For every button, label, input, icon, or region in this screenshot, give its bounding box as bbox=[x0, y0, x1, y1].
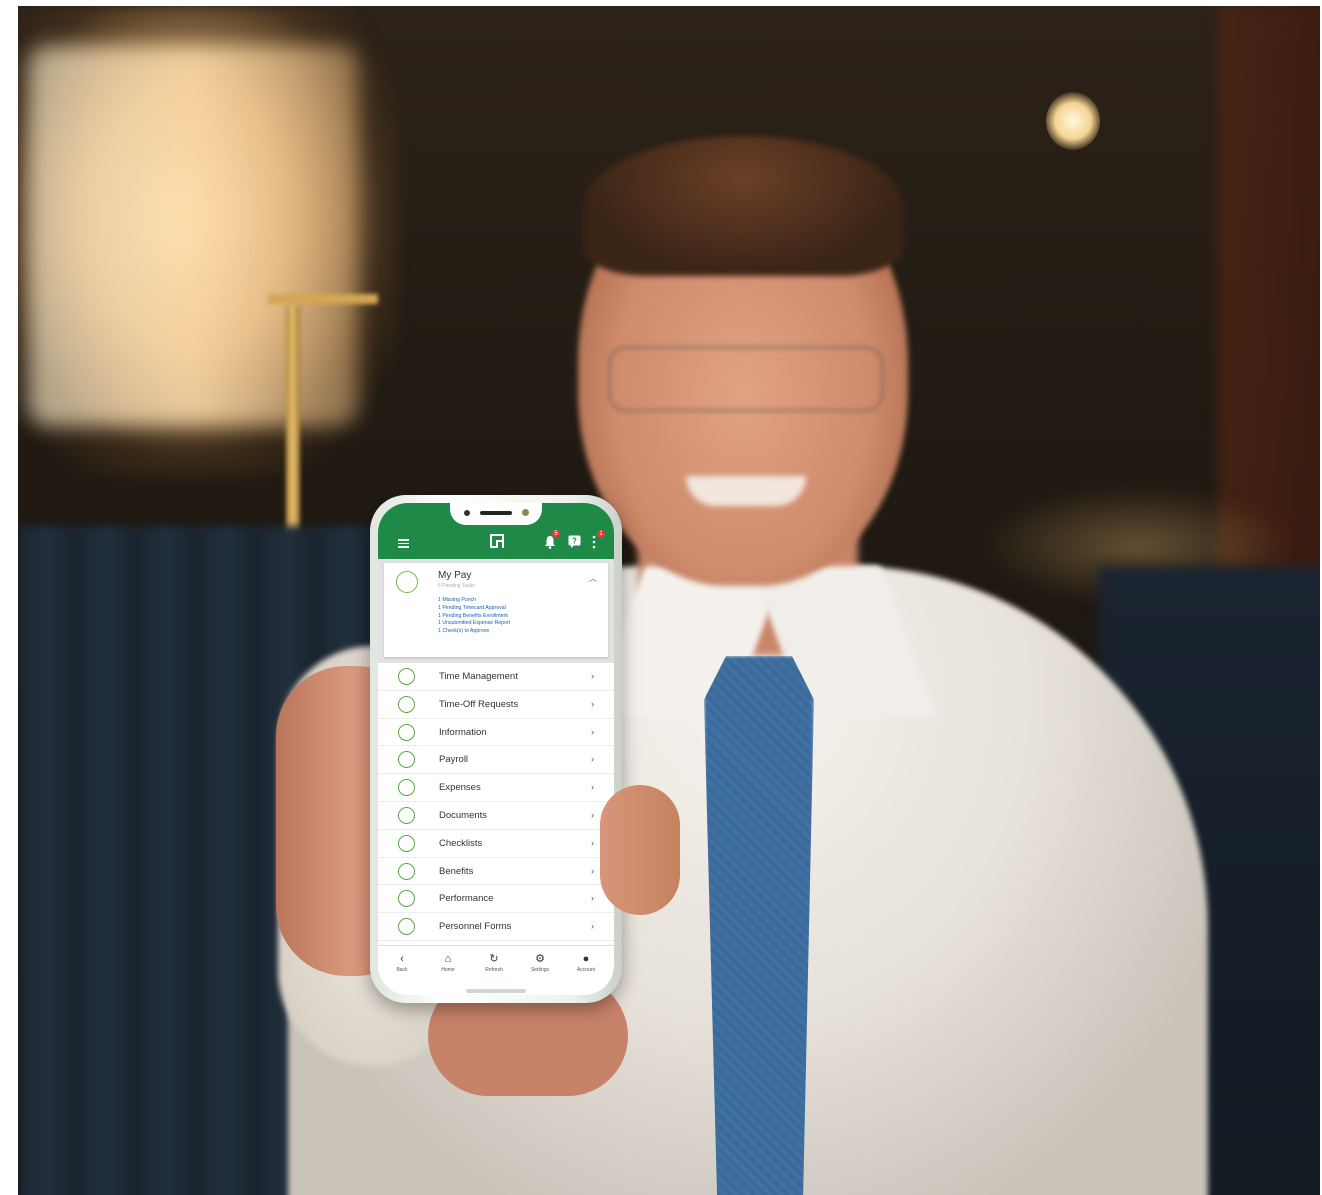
menu-item-payroll[interactable]: Payroll › bbox=[378, 746, 614, 775]
check-icon bbox=[398, 834, 415, 852]
fingerprint-icon bbox=[398, 723, 415, 741]
main-menu: Time Management › Time-Off Requests › In… bbox=[378, 663, 614, 945]
menu-item-label: Time-Off Requests bbox=[439, 698, 519, 710]
menu-item-time-management[interactable]: Time Management › bbox=[378, 663, 614, 691]
menu-item-label: Time Management bbox=[439, 671, 518, 682]
menu-item-label: Payroll bbox=[439, 754, 469, 766]
nav-label: Back bbox=[396, 967, 408, 973]
clock-icon bbox=[398, 668, 415, 685]
nav-settings-button[interactable]: ⚙ Settings bbox=[520, 952, 560, 973]
menu-item-expenses[interactable]: Expenses › bbox=[378, 774, 614, 802]
nav-home-button[interactable]: ⌂ Home bbox=[428, 952, 468, 973]
chevron-right-icon: › bbox=[591, 782, 594, 793]
chevron-up-icon[interactable]: ︿ bbox=[589, 573, 597, 584]
home-indicator bbox=[466, 989, 526, 993]
person-icon: ● bbox=[582, 953, 590, 965]
eyeglasses bbox=[608, 346, 884, 412]
nav-label: Settings bbox=[530, 967, 550, 973]
globe-icon bbox=[398, 862, 415, 880]
chevron-right-icon: › bbox=[591, 754, 594, 765]
smartphone: 5 ? 1 My Pay 5 Pending Tasks ︿ 1 Missing… bbox=[370, 495, 622, 1003]
smile bbox=[686, 476, 806, 506]
menu-item-label: Performance bbox=[439, 893, 494, 905]
app-logo-icon[interactable] bbox=[490, 534, 504, 548]
nav-account-button[interactable]: ● Account bbox=[566, 952, 606, 973]
menu-item-time-off-requests[interactable]: Time-Off Requests › bbox=[378, 691, 614, 719]
chevron-right-icon: › bbox=[591, 809, 594, 820]
nav-back-button[interactable]: ‹ Back bbox=[382, 952, 422, 973]
menu-item-label: Checklists bbox=[439, 837, 483, 849]
calendar-icon bbox=[398, 695, 415, 713]
chevron-right-icon: › bbox=[591, 921, 594, 932]
menu-item-label: Expenses bbox=[439, 782, 481, 794]
phone-screen: 5 ? 1 My Pay 5 Pending Tasks ︿ 1 Missing… bbox=[378, 503, 614, 995]
chevron-right-icon: › bbox=[591, 893, 594, 904]
document-icon bbox=[398, 806, 415, 824]
wall-light bbox=[1046, 92, 1100, 150]
menu-item-label: Information bbox=[439, 726, 487, 738]
nav-label: Home bbox=[441, 967, 455, 973]
chevron-right-icon: › bbox=[591, 726, 594, 737]
notifications-badge: 5 bbox=[552, 530, 560, 538]
task-link[interactable]: 1 Unsubmitted Expense Report bbox=[438, 620, 510, 628]
receipt-icon bbox=[398, 779, 415, 797]
bottom-navigation: ‹ Back ⌂ Home ↻ Refresh ⚙ Settings ● Acc… bbox=[378, 945, 614, 995]
money-icon bbox=[398, 751, 415, 769]
more-options-icon[interactable] bbox=[591, 535, 597, 549]
sensor-dot bbox=[522, 509, 529, 516]
my-pay-card[interactable]: My Pay 5 Pending Tasks ︿ 1 Missing Punch… bbox=[384, 563, 608, 657]
task-link[interactable]: 1 Pending Benefits Enrollment bbox=[438, 613, 510, 621]
thumb-overlap bbox=[600, 785, 680, 915]
chevron-right-icon: › bbox=[591, 698, 594, 709]
refresh-icon: ↻ bbox=[489, 953, 499, 965]
nav-label: Account bbox=[576, 967, 596, 973]
front-camera bbox=[464, 510, 470, 516]
card-subtitle: 5 Pending Tasks bbox=[438, 583, 475, 589]
my-pay-logo-icon bbox=[396, 571, 418, 593]
back-arrow-icon: ‹ bbox=[400, 953, 404, 965]
chevron-right-icon: › bbox=[591, 865, 594, 876]
task-link[interactable]: 1 Missing Punch bbox=[438, 597, 510, 605]
nav-refresh-button[interactable]: ↻ Refresh bbox=[474, 952, 514, 973]
hamburger-menu-icon[interactable] bbox=[398, 539, 409, 548]
menu-item-personnel-forms[interactable]: Personnel Forms › bbox=[378, 913, 614, 941]
app-header: 5 ? 1 bbox=[378, 503, 614, 559]
more-badge: 1 bbox=[597, 530, 605, 538]
task-link[interactable]: 1 Pending Timecard Approval bbox=[438, 605, 510, 613]
home-icon: ⌂ bbox=[444, 953, 452, 965]
leaf-icon bbox=[398, 890, 415, 908]
svg-text:?: ? bbox=[572, 537, 577, 546]
menu-item-label: Documents bbox=[439, 809, 488, 821]
card-title: My Pay bbox=[438, 570, 472, 581]
gear-icon: ⚙ bbox=[535, 953, 545, 965]
menu-item-documents[interactable]: Documents › bbox=[378, 802, 614, 830]
pending-tasks-list: 1 Missing Punch 1 Pending Timecard Appro… bbox=[438, 597, 510, 636]
menu-item-label: Personnel Forms bbox=[439, 921, 512, 933]
earpiece-speaker bbox=[480, 511, 512, 515]
lamp-arm bbox=[268, 294, 378, 304]
phone-notch bbox=[450, 503, 542, 525]
help-chat-icon[interactable]: ? bbox=[568, 535, 581, 548]
chevron-right-icon: › bbox=[591, 671, 594, 681]
lamp-pole bbox=[286, 306, 300, 546]
form-icon bbox=[398, 918, 415, 936]
blue-tie bbox=[704, 656, 814, 1195]
menu-item-performance[interactable]: Performance › bbox=[378, 885, 614, 914]
menu-item-information[interactable]: Information › bbox=[378, 719, 614, 747]
menu-item-label: Benefits bbox=[439, 865, 474, 877]
lamp-shade bbox=[28, 46, 358, 426]
nav-label: Refresh bbox=[485, 967, 503, 973]
photo-background bbox=[18, 6, 1320, 1195]
menu-item-checklists[interactable]: Checklists › bbox=[378, 830, 614, 858]
task-link[interactable]: 1 Check(s) to Approve bbox=[438, 628, 510, 636]
menu-item-benefits[interactable]: Benefits › bbox=[378, 858, 614, 886]
person-hair bbox=[583, 136, 903, 276]
chevron-right-icon: › bbox=[591, 837, 594, 848]
